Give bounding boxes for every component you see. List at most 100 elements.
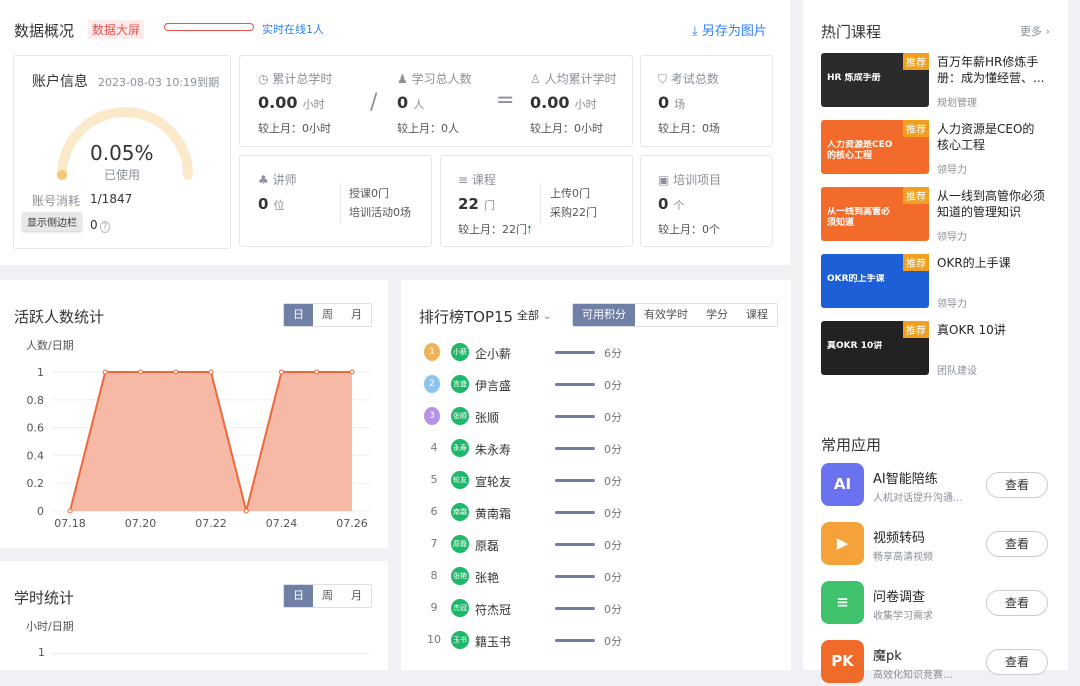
table-row[interactable]: 10 玉书 籍玉书 0分	[420, 631, 650, 651]
data-point	[208, 369, 214, 375]
lecturers-teaching: 授课0门	[349, 187, 389, 200]
hours-tab-month[interactable]: 月	[342, 585, 371, 607]
ranking-tab-points[interactable]: 可用积分	[573, 304, 635, 326]
course-item[interactable]: 从一线到高管必须知道 推荐 从一线到高管你必须 知道的管理知识 领导力	[821, 187, 1056, 243]
equals-divider: =	[496, 88, 515, 113]
show-sidebar-button[interactable]: 显示侧边栏	[22, 212, 82, 231]
learner-name: 朱永寿	[475, 443, 512, 457]
exams-unit: 场	[674, 98, 686, 111]
course-item[interactable]: 人力资源是CEO的核心工程 推荐 人力资源是CEO的 核心工程 领导力	[821, 120, 1056, 176]
total-hours-value: 0.00 小时	[258, 93, 325, 112]
avatar: 南霜	[451, 503, 469, 521]
x-tick-label: 07.18	[54, 517, 86, 530]
score-bar	[555, 415, 595, 418]
active-tab-week[interactable]: 周	[313, 304, 342, 326]
total-hours-label: ◷ 累计总学时	[258, 70, 332, 87]
help-icon[interactable]: ?	[99, 221, 111, 233]
y-tick-label: 0.4	[27, 449, 45, 462]
total-learners-label: ♟ 学习总人数	[397, 70, 472, 87]
data-point	[138, 369, 143, 375]
table-row[interactable]: 4 永寿 朱永寿 0分	[420, 439, 650, 459]
course-thumbnail-text: 人力资源是CEO的核心工程	[827, 140, 893, 161]
ranking-tab-courses[interactable]: 课程	[737, 304, 777, 326]
gauge-label: 已使用	[104, 168, 141, 182]
view-button[interactable]: 查看	[986, 649, 1048, 675]
active-area-chart: 0 0.2 0.4 0.6 0.8 1 07.18 07.20 07.22 07.24 07.26	[27, 366, 370, 530]
total-hours-text: 累计总学时	[272, 72, 333, 86]
learner-score: 0分	[604, 379, 622, 392]
table-row[interactable]: 8 张艳 张艳 0分	[420, 567, 650, 587]
course-thumbnail-text: OKR的上手课	[827, 274, 885, 284]
app-item: ≡ 问卷调查 收集学习需求 查看	[821, 581, 1056, 627]
active-tab-month[interactable]: 月	[342, 304, 371, 326]
course-title-line1: OKR的上手课	[937, 256, 1011, 270]
data-point	[102, 369, 108, 375]
course-tag: 领导力	[937, 232, 967, 243]
data-point	[173, 369, 179, 375]
account-title: 账户信息	[32, 74, 88, 90]
medal-icon: 3	[424, 407, 440, 425]
course-item[interactable]: 真OKR 10讲 推荐 真OKR 10讲 团队建设	[821, 321, 1056, 377]
ranking-tab-hours[interactable]: 有效学时	[635, 304, 697, 326]
users-icon: ♟	[397, 72, 408, 86]
course-title-line2: 册：成为懂经营、...	[937, 71, 1045, 85]
projects-label: ▣ 培训项目	[658, 171, 721, 188]
courses-label: ≡ 课程	[458, 171, 496, 188]
projects-text: 培训项目	[673, 173, 722, 187]
area-fill	[70, 372, 352, 511]
table-row[interactable]: 9 杰冠 符杰冠 0分	[420, 599, 650, 619]
ranking-filter[interactable]: 全部 ⌄	[517, 307, 552, 323]
hours-tab-week[interactable]: 周	[313, 585, 342, 607]
app-item: PK 魔pk 高效化知识竞赛... 查看	[821, 640, 1056, 686]
list-icon: ≡	[458, 173, 469, 187]
active-tab-day[interactable]: 日	[284, 304, 313, 326]
medal-icon: 1	[424, 343, 440, 361]
exams-value: 0 场	[658, 93, 685, 112]
lecturers-unit: 位	[273, 199, 285, 212]
learner-name: 企小薪	[475, 347, 512, 361]
lecturers-text: 讲师	[272, 173, 297, 187]
ranking-tab-credits[interactable]: 学分	[697, 304, 737, 326]
more-link[interactable]: 更多 ›	[1020, 23, 1050, 39]
data-point	[243, 508, 249, 514]
recommend-badge: 推荐	[903, 254, 929, 271]
learner-name: 原磊	[475, 539, 500, 553]
course-item[interactable]: HR 炼成手册 推荐 百万年薪HR修炼手 册：成为懂经营、... 规划管理	[821, 53, 1056, 109]
avatar: 张艳	[451, 567, 469, 585]
data-point	[314, 369, 320, 375]
view-button[interactable]: 查看	[986, 531, 1048, 557]
table-row[interactable]: 5 轮友 宣轮友 0分	[420, 471, 650, 491]
app-desc: 人机对话提升沟通...	[873, 493, 963, 504]
app-name: 问卷调查	[873, 590, 926, 605]
course-title-line1: 从一线到高管你必须	[937, 189, 1046, 203]
rank-number: 7	[430, 537, 438, 550]
course-tag: 团队建设	[937, 366, 977, 377]
avg-hours-unit: 小时	[574, 98, 597, 111]
courses-compare: 较上月：22门🠕	[458, 221, 532, 240]
learner-name: 伊言盛	[475, 379, 512, 393]
view-button[interactable]: 查看	[986, 472, 1048, 498]
lecturers-label: ♣ 讲师	[258, 171, 297, 188]
hours-tab-day[interactable]: 日	[284, 585, 313, 607]
rank-number: 10	[427, 633, 441, 646]
table-row[interactable]: 2 言盛 伊言盛 0分	[420, 375, 650, 395]
course-thumbnail-text: 从一线到高管必须知道	[827, 207, 891, 228]
course-item[interactable]: OKR的上手课 推荐 OKR的上手课 领导力	[821, 254, 1056, 310]
projects-unit: 个	[673, 199, 685, 212]
table-row[interactable]: 6 南霜 黄南霜 0分	[420, 503, 650, 523]
screen-tag-button[interactable]: 数据大屏	[88, 20, 145, 39]
course-thumbnail-text: HR 炼成手册	[827, 73, 881, 83]
table-row[interactable]: 3 张顺 张顺 0分	[420, 407, 650, 427]
account-expiry: 2023-08-03 10:19到期	[98, 76, 220, 89]
learner-score: 0分	[604, 539, 622, 552]
learner-name: 符杰冠	[475, 603, 512, 617]
project-icon: ▣	[658, 173, 670, 187]
save-image-button[interactable]: ⤓ 另存为图片	[692, 20, 767, 39]
exams-compare: 较上月：0场	[658, 122, 720, 135]
score-bar	[555, 575, 595, 578]
recommend-badge: 推荐	[903, 53, 929, 70]
table-row[interactable]: 1 小薪 企小薪 6分	[420, 343, 650, 363]
online-progress-bar	[164, 23, 254, 31]
table-row[interactable]: 7 原磊 原磊 0分	[420, 535, 650, 555]
view-button[interactable]: 查看	[986, 590, 1048, 616]
